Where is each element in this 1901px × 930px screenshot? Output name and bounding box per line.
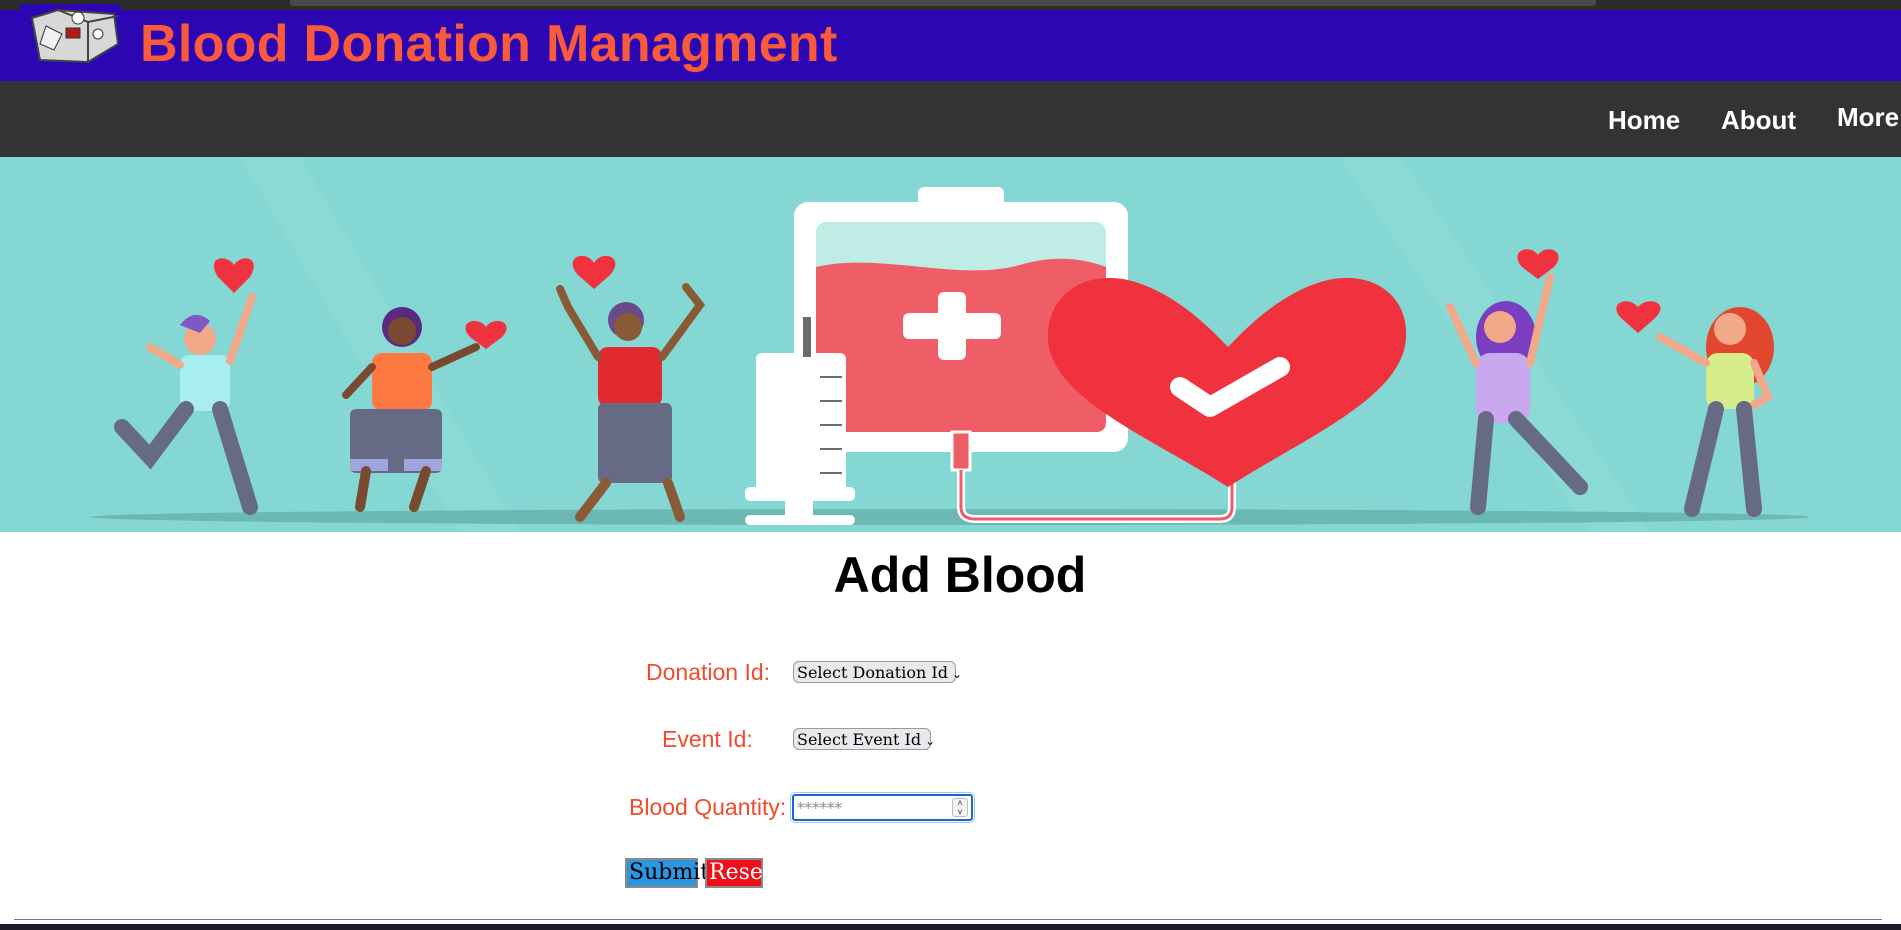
donation-id-selected: Select Donation Id (797, 663, 948, 682)
page-title: Add Blood (833, 547, 1087, 603)
blood-quantity-input[interactable]: ****** ˄ ˅ (790, 792, 975, 823)
donation-id-select[interactable]: Select Donation Id ⌄ (793, 661, 962, 683)
hero-banner (0, 157, 1901, 532)
blood-quantity-label: Blood Quantity: (629, 794, 787, 820)
chevron-down-icon: ⌄ (925, 734, 936, 748)
donation-id-label: Donation Id: (646, 659, 771, 685)
blood-quantity-placeholder: ****** (797, 799, 842, 817)
event-id-label: Event Id: (662, 726, 753, 752)
site-header: Blood Donation Managment (0, 4, 1901, 81)
site-title: Blood Donation Managment (140, 15, 838, 73)
event-id-select[interactable]: Select Event Id ⌄ (793, 728, 935, 750)
blood-donation-logo-icon (20, 4, 120, 68)
nav-home-link[interactable]: Home (1608, 105, 1680, 136)
scroll-track (290, 0, 1596, 6)
nav-about-link[interactable]: About (1721, 105, 1796, 136)
chevron-down-icon: ⌄ (951, 667, 962, 681)
number-spinner-icon[interactable]: ˄ ˅ (952, 798, 968, 817)
blood-donation-banner-illustration (0, 157, 1901, 532)
reset-button[interactable]: Reset (705, 858, 772, 888)
event-id-selected: Select Event Id (797, 730, 922, 749)
browser-top-strip (0, 0, 1901, 10)
footer-divider (14, 919, 1882, 920)
bottom-strip (0, 924, 1901, 930)
nav-more-link[interactable]: More (1837, 102, 1899, 133)
submit-button[interactable]: Submit (625, 858, 709, 888)
nav-bar: Home About More (0, 81, 1901, 157)
